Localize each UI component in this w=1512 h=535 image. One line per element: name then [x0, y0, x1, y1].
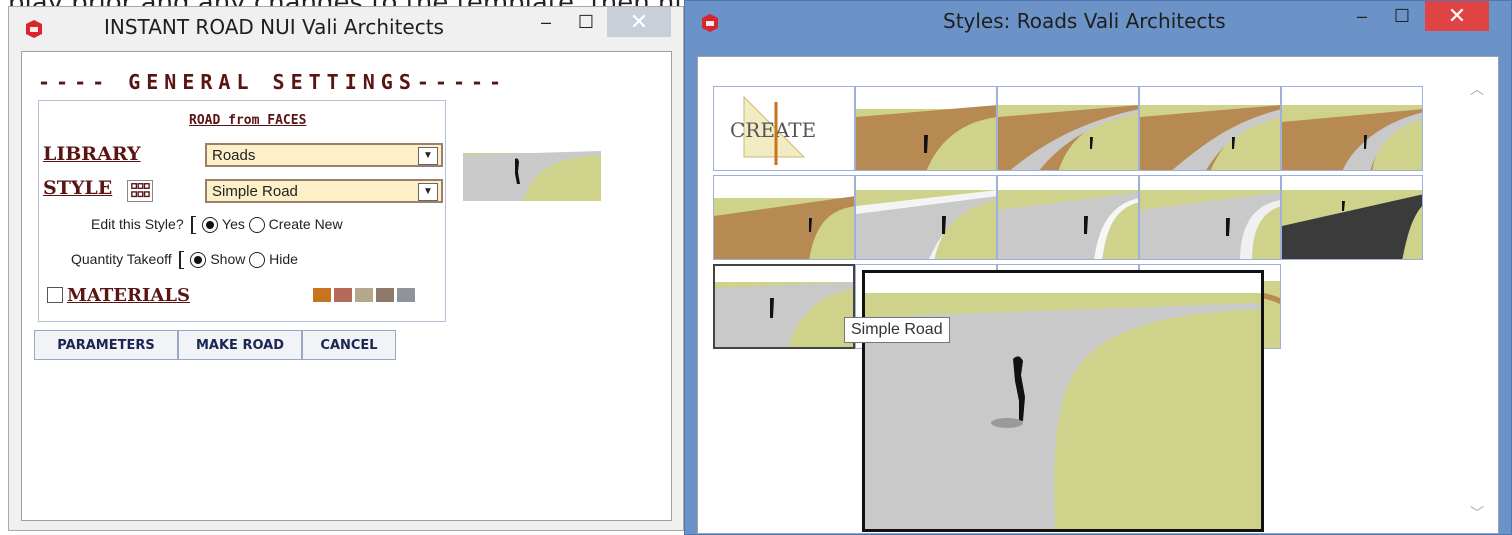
edit-create-new-radio[interactable]: [248, 217, 265, 234]
library-select[interactable]: Roads ▼: [205, 143, 443, 167]
swatch-tan[interactable]: [355, 288, 373, 302]
edit-style-row: Edit this Style? Yes Create New: [91, 216, 343, 235]
style-thumb-image: [1282, 87, 1422, 170]
sketchup-logo-icon: [702, 14, 718, 32]
style-thumb-image: [715, 266, 853, 347]
styles-thumbnail-area: CREATE ︿ ﹀ Simple Road: [697, 56, 1499, 534]
style-select[interactable]: Simple Road ▼: [205, 179, 443, 203]
left-window-title: INSTANT ROAD NUI Vali Architects: [104, 15, 444, 39]
close-button[interactable]: ✕: [1425, 1, 1489, 31]
swatch-brick[interactable]: [334, 288, 352, 302]
quantity-takeoff-row: Quantity Takeoff Show Hide: [71, 251, 298, 270]
swatch-brown[interactable]: [376, 288, 394, 302]
bracket-divider: [190, 216, 196, 235]
create-tile-graphic: CREATE: [714, 87, 854, 170]
style-label: STYLE: [43, 177, 113, 199]
style-thumb-image: [998, 87, 1138, 170]
quantity-show-radio[interactable]: [190, 252, 207, 269]
chevron-down-icon[interactable]: ▼: [418, 183, 438, 201]
edit-create-new-label: Create New: [268, 216, 343, 232]
sketchup-logo-icon: [26, 20, 42, 38]
maximize-button[interactable]: ☐: [1385, 1, 1419, 31]
style-thumb-asphalt[interactable]: [1281, 175, 1423, 260]
swatch-gray[interactable]: [397, 288, 415, 302]
chevron-down-icon[interactable]: ▼: [418, 147, 438, 165]
style-thumb-sidewalk-2[interactable]: [997, 175, 1139, 260]
make-road-button[interactable]: MAKE ROAD: [178, 330, 302, 360]
scroll-down-arrow-icon[interactable]: ﹀: [1470, 503, 1484, 523]
style-select-value: Simple Road: [212, 183, 298, 200]
left-client-area: ---- GENERAL SETTINGS----- ROAD from FAC…: [21, 51, 672, 521]
style-thumb-image: [856, 87, 996, 170]
style-thumb-sidewalk-1[interactable]: [855, 175, 997, 260]
right-titlebar[interactable]: Styles: Roads Vali Architects – ☐ ✕: [685, 1, 1511, 45]
edit-style-label: Edit this Style?: [91, 216, 184, 232]
quantity-hide-label: Hide: [269, 251, 298, 267]
style-thumb-dirt-5[interactable]: [713, 175, 855, 260]
library-label: LIBRARY: [43, 143, 141, 165]
create-tile-text: CREATE: [730, 118, 816, 142]
create-style-tile[interactable]: CREATE: [713, 86, 855, 171]
edit-yes-label: Yes: [222, 216, 245, 232]
style-grid-icon[interactable]: [127, 180, 153, 202]
style-thumb-image: [856, 176, 996, 259]
library-select-value: Roads: [212, 147, 256, 164]
quantity-hide-radio[interactable]: [249, 252, 266, 269]
minimize-button[interactable]: –: [1345, 1, 1379, 31]
swatch-orange[interactable]: [313, 288, 331, 302]
style-preview-popup: [862, 270, 1264, 532]
maximize-button[interactable]: ☐: [569, 7, 603, 37]
style-thumb-dirt-1[interactable]: [855, 86, 997, 171]
edit-yes-radio[interactable]: [202, 217, 219, 234]
minimize-button[interactable]: –: [529, 7, 563, 37]
right-window-title: Styles: Roads Vali Architects: [943, 9, 1226, 33]
style-thumb-dirt-4[interactable]: [1281, 86, 1423, 171]
road-from-faces-label: ROAD from FACES: [189, 113, 307, 128]
bracket-divider: [178, 251, 184, 270]
style-tooltip: Simple Road: [844, 317, 950, 343]
material-swatches[interactable]: [313, 288, 415, 302]
style-thumb-image: [998, 176, 1138, 259]
style-thumb-image: [1282, 176, 1422, 259]
general-settings-heading: ---- GENERAL SETTINGS-----: [38, 70, 508, 94]
instant-road-window[interactable]: INSTANT ROAD NUI Vali Architects – ☐ ✕ -…: [8, 6, 684, 531]
parameters-button[interactable]: PARAMETERS: [34, 330, 178, 360]
settings-panel: ROAD from FACES LIBRARY Roads ▼ STYLE Si…: [38, 100, 446, 322]
cancel-button[interactable]: CANCEL: [302, 330, 396, 360]
materials-label[interactable]: MATERIALS: [67, 285, 190, 306]
style-thumb-image: [1140, 176, 1280, 259]
close-button[interactable]: ✕: [607, 7, 671, 37]
style-thumb-dirt-3[interactable]: [1139, 86, 1281, 171]
style-thumb-dirt-2[interactable]: [997, 86, 1139, 171]
scroll-up-arrow-icon[interactable]: ︿: [1470, 79, 1484, 99]
simple-road-large-preview: [865, 273, 1261, 529]
materials-checkbox[interactable]: [47, 287, 63, 303]
style-thumb-sidewalk-3[interactable]: [1139, 175, 1281, 260]
style-thumb-image: [714, 176, 854, 259]
style-preview-image: [463, 131, 601, 201]
styles-roads-window[interactable]: Styles: Roads Vali Architects – ☐ ✕ CREA…: [684, 0, 1512, 535]
style-thumb-image: [1140, 87, 1280, 170]
quantity-show-label: Show: [210, 251, 246, 267]
left-titlebar[interactable]: INSTANT ROAD NUI Vali Architects – ☐ ✕: [9, 7, 683, 51]
quantity-takeoff-label: Quantity Takeoff: [71, 251, 172, 267]
style-thumb-simple-road[interactable]: [713, 264, 855, 349]
